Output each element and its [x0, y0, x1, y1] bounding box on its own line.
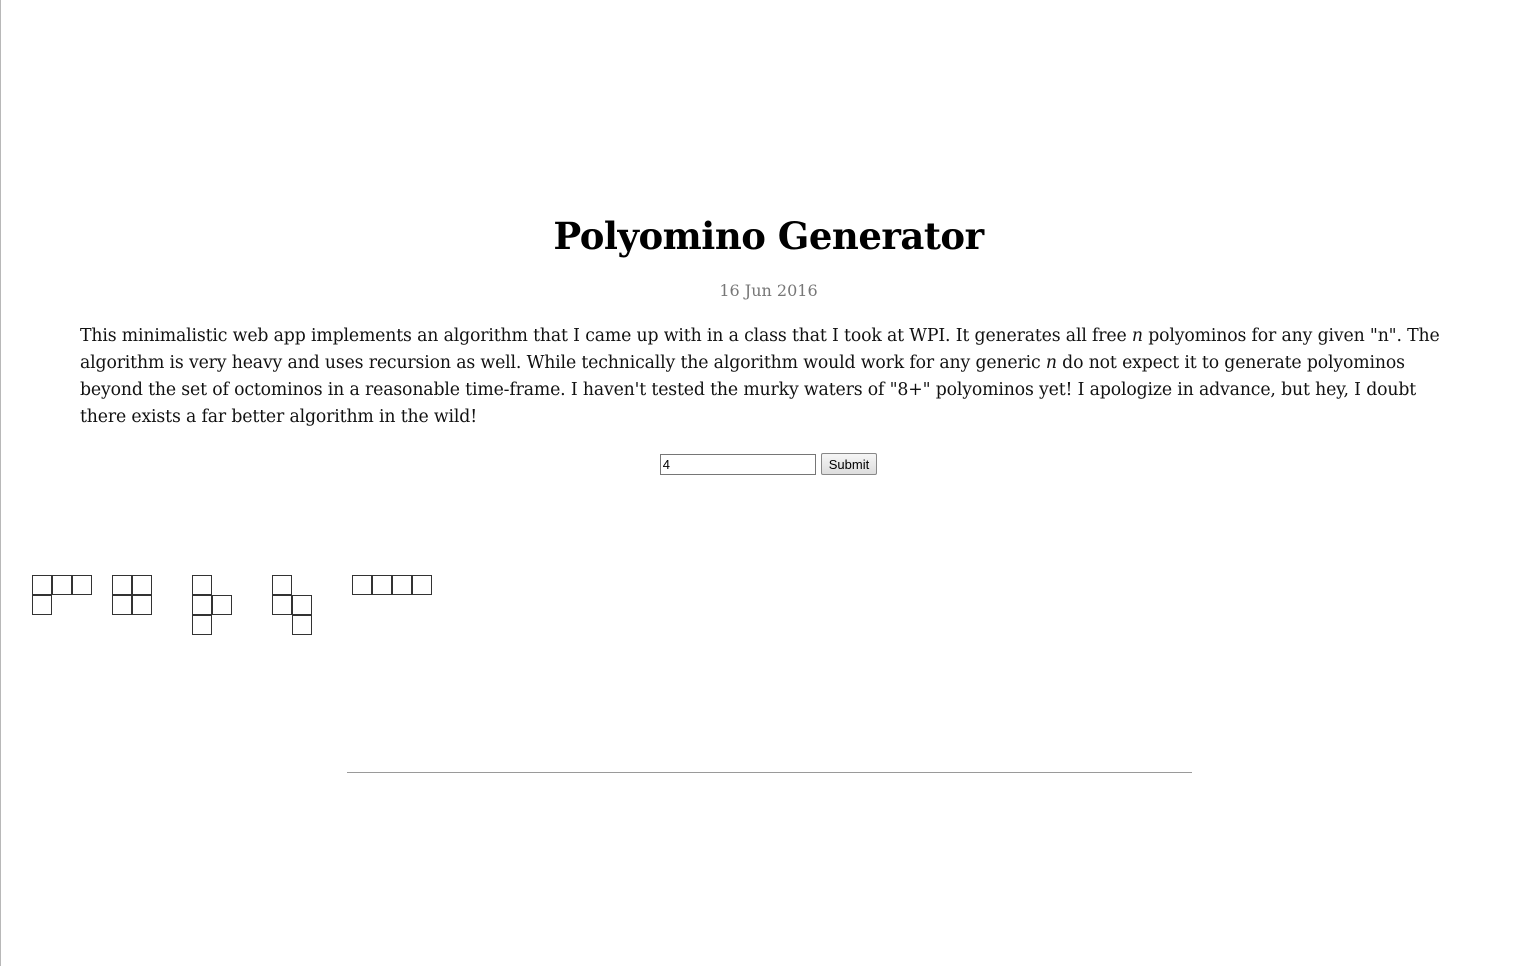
- polyomino-cell: [212, 595, 232, 615]
- polyomino-cell: [192, 615, 212, 635]
- footer-divider: [347, 772, 1192, 773]
- polyomino-cell: [52, 575, 72, 595]
- page-title: Polyomino Generator: [553, 214, 984, 258]
- polyomino-cell: [272, 595, 292, 615]
- polyomino-cell: [352, 575, 372, 595]
- polyomino-cell: [112, 575, 132, 595]
- submit-button[interactable]: Submit: [820, 453, 878, 475]
- polyomino-cell: [192, 575, 212, 595]
- polyomino-cell: [292, 615, 312, 635]
- polyomino-cell: [192, 595, 212, 615]
- polyomino-cell: [112, 595, 132, 615]
- polyomino-cell: [72, 575, 92, 595]
- polyomino-cell: [32, 595, 52, 615]
- polyomino-cell: [412, 575, 432, 595]
- post-date: 16 Jun 2016: [719, 281, 818, 300]
- polyomino-cell: [372, 575, 392, 595]
- polyomino-cell: [272, 575, 292, 595]
- n-input[interactable]: [659, 453, 816, 475]
- polyomino-cell: [292, 595, 312, 615]
- polyomino-cell: [132, 595, 152, 615]
- intro-paragraph: This minimalistic web app implements an …: [80, 323, 1455, 431]
- intro-italic-n-1: n: [1131, 326, 1143, 346]
- polyomino-cell: [132, 575, 152, 595]
- intro-text-1: This minimalistic web app implements an …: [80, 326, 1132, 346]
- polyomino-cell: [392, 575, 412, 595]
- polyomino-cell: [32, 575, 52, 595]
- intro-italic-n-2: n: [1045, 353, 1057, 373]
- generator-form: Submit: [1, 453, 1535, 475]
